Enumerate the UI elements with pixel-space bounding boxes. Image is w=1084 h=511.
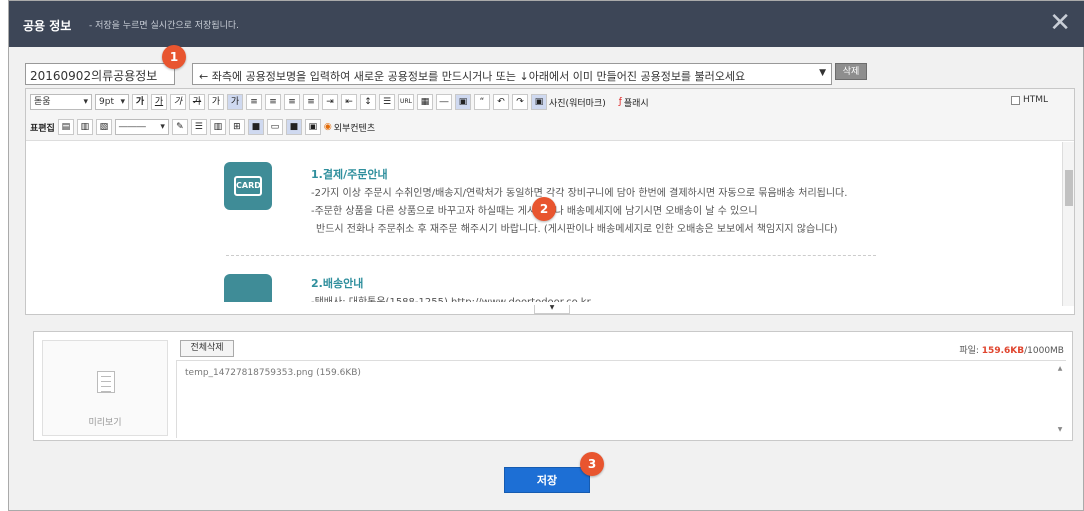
delivery-icon xyxy=(224,274,272,302)
section-line: 반드시 전화나 주문취소 후 재주문 해주시기 바랍니다. (게시판이나 배송메… xyxy=(316,224,838,235)
external-content-button[interactable]: ◉ 외부컨텐츠 xyxy=(324,121,375,134)
section-line: -2가지 이상 주문시 수취인명/배송지/연락처가 동일하면 각각 장비구니에 … xyxy=(311,188,848,199)
undo-icon[interactable]: ↶ xyxy=(493,94,509,110)
photo-icon: ▣ xyxy=(531,94,547,110)
step-marker: 3 xyxy=(580,452,604,476)
image-icon[interactable]: ▣ xyxy=(455,94,471,110)
list-icon[interactable]: ☰ xyxy=(379,94,395,110)
hr-icon[interactable]: ― xyxy=(436,94,452,110)
step-marker: 2 xyxy=(532,197,556,221)
toolbar-row-2: 표편집 ▤ ▥ ▧ ――― ▾ ✎ ☰ ▥ ⊞ ■ ▭ ■ ▣ ◉ 외부컨텐츠 xyxy=(30,117,375,137)
editor-resize-handle[interactable]: ▼ xyxy=(534,305,570,314)
shared-info-dialog: 공용 정보 - 저장을 누르면 실시간으로 저장됩니다. ✕ 20160902의… xyxy=(8,0,1084,511)
info-select[interactable]: ← 좌측에 공용정보명을 입력하여 새로운 공용정보를 만드시거나 또는 ↓아래… xyxy=(192,63,832,85)
section-line: -택배사: 대한통운(1588-1255) http://www.doortod… xyxy=(311,293,591,302)
photo-watermark-button[interactable]: ▣ 사진(워터마크) xyxy=(531,94,606,110)
dialog-title: 공용 정보 xyxy=(23,19,72,33)
brush-icon[interactable]: ✎ xyxy=(171,119,188,135)
redo-icon[interactable]: ↷ xyxy=(512,94,528,110)
font-family-select[interactable]: 돋움 ▾ xyxy=(30,94,92,110)
flash-button[interactable]: ƒ 플래시 xyxy=(619,96,649,109)
link-icon[interactable]: URL xyxy=(398,94,414,110)
cell-border-icon[interactable]: ▭ xyxy=(266,119,283,135)
bold-button[interactable]: 가 xyxy=(132,94,148,110)
dialog-titlebar: 공용 정보 - 저장을 누르면 실시간으로 저장됩니다. ✕ xyxy=(9,1,1084,47)
document-icon xyxy=(97,371,115,393)
italic-button[interactable]: 가 xyxy=(170,94,186,110)
cell-grid-icon[interactable]: ⊞ xyxy=(228,119,245,135)
file-item[interactable]: temp_14727818759353.png (159.6KB) xyxy=(185,368,361,378)
cell-save-icon[interactable]: ▣ xyxy=(304,119,321,135)
align-center-icon[interactable]: ≡ xyxy=(265,94,281,110)
step-marker: 1 xyxy=(162,45,186,69)
strike-button[interactable]: 가 xyxy=(189,94,205,110)
file-preview: 미리보기 xyxy=(42,340,168,436)
quote-icon[interactable]: “ xyxy=(474,94,490,110)
toolbar-row-1: 돋움 ▾ 9pt ▾ 가 가 가 가 가 가 ≡ ≡ ≡ ≡ ⇥ ⇤ ↕ ☰ URL… xyxy=(30,92,649,112)
external-content-icon: ◉ xyxy=(323,122,332,132)
table-merge-icon[interactable]: ▧ xyxy=(95,119,112,135)
html-checkbox[interactable] xyxy=(1010,95,1020,105)
indent-icon[interactable]: ⇥ xyxy=(322,94,338,110)
editor-toolbar: 돋움 ▾ 9pt ▾ 가 가 가 가 가 가 ≡ ≡ ≡ ≡ ⇥ ⇤ ↕ ☰ URL… xyxy=(26,89,1074,141)
divider xyxy=(226,255,876,256)
cell-fill-icon[interactable]: ■ xyxy=(247,119,264,135)
cell-split-icon[interactable]: ▥ xyxy=(209,119,226,135)
table-icon[interactable]: ▦ xyxy=(417,94,433,110)
underline-button[interactable]: 가 xyxy=(151,94,167,110)
html-toggle[interactable]: HTML xyxy=(1010,95,1048,105)
chevron-down-icon: ▼ xyxy=(819,68,826,78)
editor-scrollbar[interactable] xyxy=(1062,142,1074,306)
file-list-scrollbar[interactable]: ▲ ▼ xyxy=(1054,361,1066,439)
align-left-icon[interactable]: ≡ xyxy=(246,94,262,110)
flash-icon: ƒ xyxy=(618,97,622,107)
line-style-select[interactable]: ――― ▾ xyxy=(114,119,169,135)
clear-all-button[interactable]: 전체삭제 xyxy=(180,340,234,357)
section-title-payment: 1.결제/주문안내 xyxy=(311,168,388,181)
table-edit-label: 표편집 xyxy=(30,123,55,134)
save-button[interactable]: 저장 xyxy=(504,467,590,493)
background-color-button[interactable]: 가 xyxy=(227,94,243,110)
cell-align-icon[interactable]: ☰ xyxy=(190,119,207,135)
preview-label: 미리보기 xyxy=(88,418,122,428)
align-right-icon[interactable]: ≡ xyxy=(284,94,300,110)
table-row-icon[interactable]: ▥ xyxy=(76,119,93,135)
table-insert-icon[interactable]: ▤ xyxy=(57,119,74,135)
font-color-button[interactable]: 가 xyxy=(208,94,224,110)
close-icon[interactable]: ✕ xyxy=(1049,10,1071,36)
dialog-subtitle: - 저장을 누르면 실시간으로 저장됩니다. xyxy=(89,21,240,31)
font-size-select[interactable]: 9pt ▾ xyxy=(95,94,129,110)
editor-content[interactable]: CARD 1.결제/주문안내 -2가지 이상 주문시 수취인명/배송지/연락처가… xyxy=(26,142,1062,302)
file-panel: 미리보기 전체삭제 파일: 159.6KB/1000MB temp_147278… xyxy=(33,331,1073,441)
delete-button[interactable]: 삭제 xyxy=(835,63,867,80)
line-height-icon[interactable]: ↕ xyxy=(360,94,376,110)
file-list[interactable]: temp_14727818759353.png (159.6KB) ▲ ▼ xyxy=(176,360,1066,438)
info-name-input[interactable]: 20160902의류공용정보 xyxy=(25,63,175,85)
file-usage: 파일: 159.6KB/1000MB xyxy=(959,346,1064,356)
scrollbar-thumb[interactable] xyxy=(1065,170,1073,206)
card-icon: CARD xyxy=(224,162,272,210)
section-title-delivery: 2.배송안내 xyxy=(311,277,364,290)
cell-color-icon[interactable]: ■ xyxy=(285,119,302,135)
align-justify-icon[interactable]: ≡ xyxy=(303,94,319,110)
info-select-value: ← 좌측에 공용정보명을 입력하여 새로운 공용정보를 만드시거나 또는 ↓아래… xyxy=(199,70,746,83)
outdent-icon[interactable]: ⇤ xyxy=(341,94,357,110)
